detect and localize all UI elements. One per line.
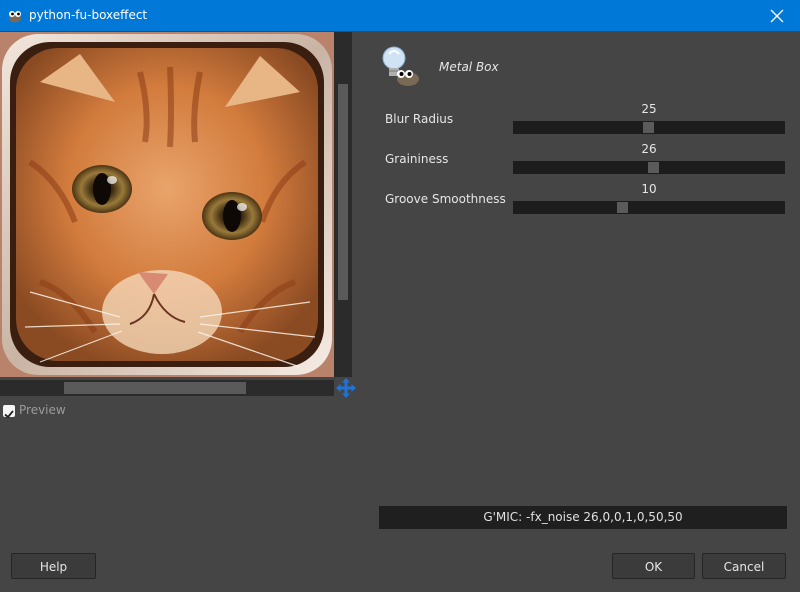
- horizontal-scroll-thumb[interactable]: [64, 382, 246, 394]
- graininess-value: 26: [641, 142, 657, 156]
- graininess-label: Graininess: [385, 152, 449, 166]
- groove-smoothness-slider-knob[interactable]: [617, 202, 628, 213]
- groove-smoothness-label: Groove Smoothness: [385, 192, 506, 206]
- gimp-icon: [7, 8, 23, 23]
- groove-smoothness-value: 10: [641, 182, 657, 196]
- preview-vertical-scrollbar[interactable]: [334, 32, 352, 377]
- blur-radius-value: 25: [641, 102, 657, 116]
- gmic-command-label: G'MIC: -fx_noise 26,0,0,1,0,50,50: [379, 506, 787, 529]
- blur-radius-slider-knob[interactable]: [643, 122, 654, 133]
- navigate-move-icon[interactable]: [336, 378, 356, 398]
- ok-button[interactable]: OK: [612, 553, 695, 579]
- plugin-lightbulb-icon: [379, 44, 421, 88]
- preview-checkbox[interactable]: [3, 405, 15, 419]
- checkmark-icon: [4, 410, 14, 419]
- cancel-button[interactable]: Cancel: [702, 553, 786, 579]
- help-button[interactable]: Help: [11, 553, 96, 579]
- vertical-scroll-thumb[interactable]: [338, 84, 348, 300]
- window-title: python-fu-boxeffect: [29, 8, 148, 22]
- groove-smoothness-slider[interactable]: [513, 201, 785, 214]
- preview-horizontal-scrollbar[interactable]: [0, 380, 334, 396]
- blur-radius-slider[interactable]: [513, 121, 785, 134]
- close-button[interactable]: [754, 0, 800, 31]
- graininess-slider[interactable]: [513, 161, 785, 174]
- graininess-slider-knob[interactable]: [648, 162, 659, 173]
- blur-radius-label: Blur Radius: [385, 112, 454, 126]
- preview-label[interactable]: Preview: [19, 403, 66, 417]
- plugin-title: Metal Box: [439, 60, 499, 74]
- preview-image[interactable]: [0, 32, 334, 377]
- title-bar: python-fu-boxeffect: [0, 0, 800, 31]
- close-icon: [770, 9, 784, 23]
